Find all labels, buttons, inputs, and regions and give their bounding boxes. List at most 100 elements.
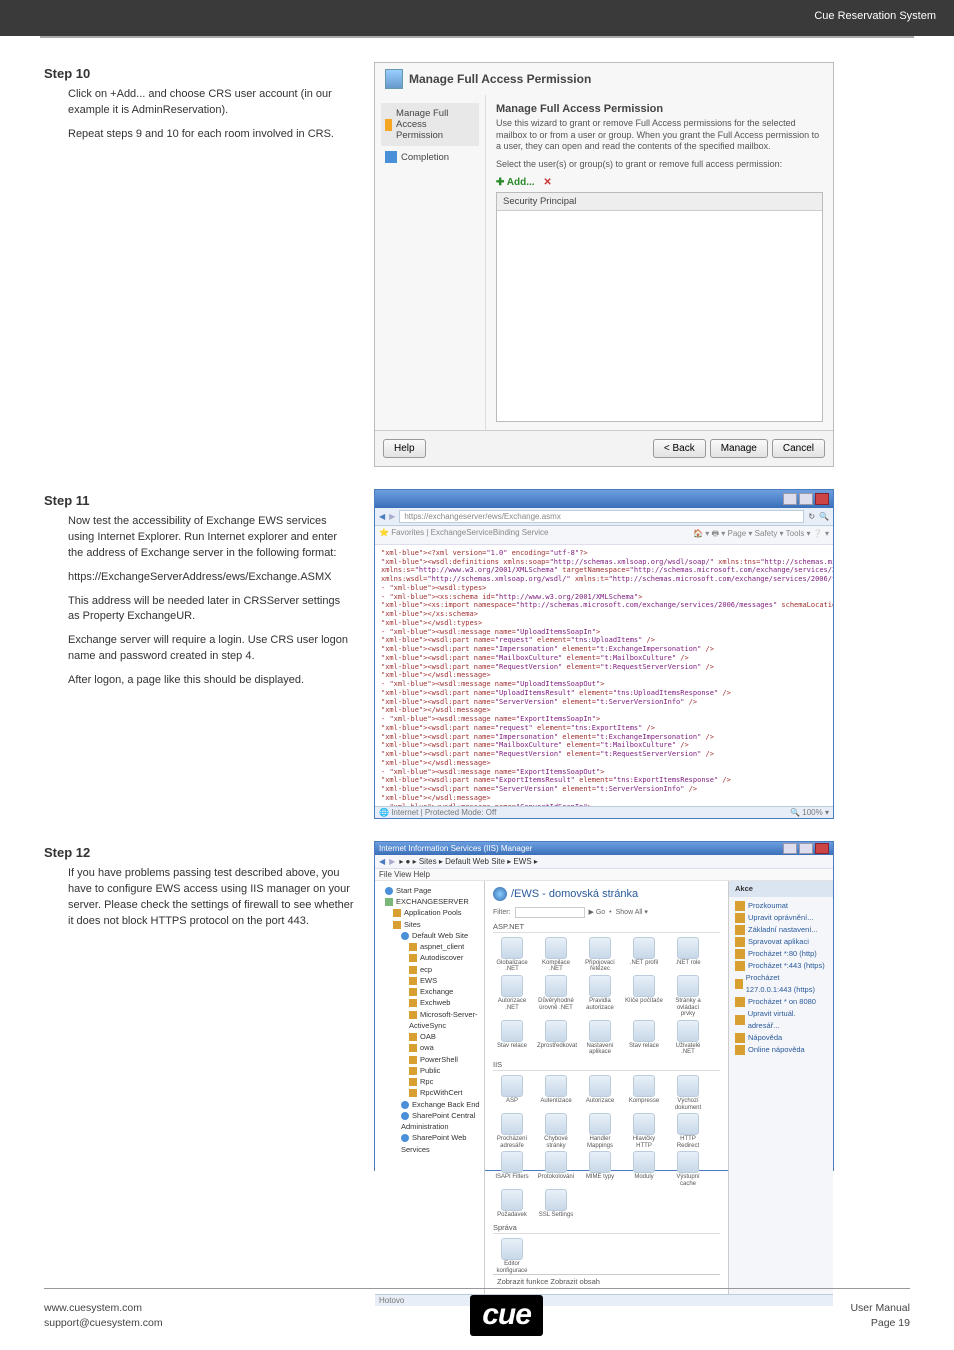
action-link[interactable]: Procházet 127.0.0.1:443 (https): [735, 972, 827, 996]
go-button[interactable]: ▶ Go: [589, 908, 606, 916]
feature-icon[interactable]: Chybové stránky: [537, 1113, 575, 1149]
tree-node[interactable]: OAB: [377, 1031, 482, 1042]
nav-fwd-icon[interactable]: ▶: [389, 857, 395, 866]
feature-icon[interactable]: Výstupní cache: [669, 1151, 707, 1187]
tree-node[interactable]: Exchange: [377, 986, 482, 997]
tree-node[interactable]: EWS: [377, 975, 482, 986]
feature-icon[interactable]: Kompilace .NET: [537, 937, 575, 973]
back-button[interactable]: < Back: [653, 439, 706, 458]
action-link[interactable]: Upravit virtuál. adresář...: [735, 1008, 827, 1032]
feature-icon[interactable]: Moduly: [625, 1151, 663, 1187]
search-icon[interactable]: 🔍: [819, 512, 829, 521]
add-button[interactable]: ✚ Add...: [496, 177, 535, 188]
dialog-title: Manage Full Access Permission: [409, 72, 591, 86]
feature-icon[interactable]: Výchozí dokument: [669, 1075, 707, 1111]
feature-icon[interactable]: Autorizace: [581, 1075, 619, 1111]
action-link[interactable]: Upravit oprávnění...: [735, 912, 827, 924]
feature-icon[interactable]: Autentizace: [537, 1075, 575, 1111]
tree-node[interactable]: SharePoint Central Administration: [377, 1110, 482, 1133]
tree-node[interactable]: SharePoint Web Services: [377, 1132, 482, 1155]
feature-icon[interactable]: Globalizace .NET: [493, 937, 531, 973]
action-link[interactable]: Procházet *:443 (https): [735, 960, 827, 972]
tree-node[interactable]: owa: [377, 1042, 482, 1053]
forward-icon[interactable]: ▶: [389, 512, 395, 521]
feature-icon[interactable]: Připojovací řetězec: [581, 937, 619, 973]
refresh-icon[interactable]: ↻: [808, 512, 815, 521]
feature-icon[interactable]: Zprostředkovat: [537, 1020, 575, 1056]
feature-icon[interactable]: MIME typy: [581, 1151, 619, 1187]
feature-icon[interactable]: Uživatelé .NET: [669, 1020, 707, 1056]
wizard-step-completion[interactable]: Completion: [381, 146, 479, 168]
feature-icon[interactable]: ASP: [493, 1075, 531, 1111]
tree-node[interactable]: Rpc: [377, 1076, 482, 1087]
tree-node[interactable]: Application Pools: [377, 907, 482, 918]
close-button[interactable]: [815, 843, 829, 854]
cancel-button[interactable]: Cancel: [772, 439, 825, 458]
feature-icon[interactable]: .NET role: [669, 937, 707, 973]
back-icon[interactable]: ◀: [379, 512, 385, 521]
wizard-step-manage[interactable]: Manage Full Access Permission: [381, 103, 479, 146]
feature-icon[interactable]: HTTP Redirect: [669, 1113, 707, 1149]
feature-icon[interactable]: Stav relace: [493, 1020, 531, 1056]
action-link[interactable]: Procházet *:80 (http): [735, 948, 827, 960]
show-all[interactable]: Show All ▾: [616, 908, 648, 916]
tree-node[interactable]: Public: [377, 1065, 482, 1076]
menubar[interactable]: File View Help: [375, 869, 833, 881]
feature-icon[interactable]: Editor konfigurace: [493, 1238, 531, 1274]
feature-icon[interactable]: Požadavek: [493, 1189, 531, 1219]
feature-icon[interactable]: Procházení adresáře: [493, 1113, 531, 1149]
action-link[interactable]: Prozkoumat: [735, 900, 827, 912]
favorites-label[interactable]: ⭐ Favorites | ExchangeServiceBinding Ser…: [379, 528, 548, 542]
tree-node[interactable]: Default Web Site: [377, 930, 482, 941]
feature-icon[interactable]: Nastavení aplikace: [581, 1020, 619, 1056]
dialog-select-label: Select the user(s) or group(s) to grant …: [496, 159, 823, 171]
principal-listbox[interactable]: Security Principal: [496, 192, 823, 422]
tree-node[interactable]: Exchweb: [377, 997, 482, 1008]
minimize-button[interactable]: [783, 493, 797, 505]
feature-icon[interactable]: Pravidla autorizace: [581, 975, 619, 1018]
feature-icon[interactable]: SSL Settings: [537, 1189, 575, 1219]
close-button[interactable]: [815, 493, 829, 505]
minimize-button[interactable]: [783, 843, 797, 854]
action-link[interactable]: Procházet * on 8080: [735, 996, 827, 1008]
feature-icon[interactable]: Důvěryhodné úrovně .NET: [537, 975, 575, 1018]
feature-icon[interactable]: Stav relace: [625, 1020, 663, 1056]
feature-icon[interactable]: Hlavičky HTTP: [625, 1113, 663, 1149]
tree-node[interactable]: EXCHANGESERVER: [377, 896, 482, 907]
tree-node[interactable]: Sites: [377, 919, 482, 930]
maximize-button[interactable]: [799, 493, 813, 505]
feature-icon[interactable]: Handler Mappings: [581, 1113, 619, 1149]
iis-tree[interactable]: Start PageEXCHANGESERVERApplication Pool…: [375, 881, 485, 1295]
tree-node[interactable]: PowerShell: [377, 1054, 482, 1065]
zoom-label[interactable]: 🔍 100% ▾: [790, 808, 829, 817]
feature-icon[interactable]: .NET profil: [625, 937, 663, 973]
feature-icon[interactable]: Autorizace .NET: [493, 975, 531, 1018]
maximize-button[interactable]: [799, 843, 813, 854]
tree-node[interactable]: aspnet_client: [377, 941, 482, 952]
feature-icon[interactable]: Klíče počítače: [625, 975, 663, 1018]
action-link[interactable]: Základní nastavení...: [735, 924, 827, 936]
view-tabs[interactable]: Zobrazit funkce Zobrazit obsah: [493, 1274, 720, 1288]
address-bar[interactable]: https://exchangeserver/ews/Exchange.asmx: [399, 510, 804, 523]
tree-node[interactable]: Start Page: [377, 885, 482, 896]
breadcrumb[interactable]: ▸ ● ▸ Sites ▸ Default Web Site ▸ EWS ▸: [399, 857, 538, 866]
feature-icon[interactable]: Protokolování: [537, 1151, 575, 1187]
action-link[interactable]: Spravovat aplikaci: [735, 936, 827, 948]
feature-icon[interactable]: Stránky a ovládací prvky: [669, 975, 707, 1018]
nav-back-icon[interactable]: ◀: [379, 857, 385, 866]
browser-body[interactable]: "xml-blue"><?xml version="1.0" encoding=…: [375, 545, 833, 806]
help-button[interactable]: Help: [383, 439, 426, 458]
tree-node[interactable]: RpcWithCert: [377, 1087, 482, 1098]
feature-icon[interactable]: Kompresse: [625, 1075, 663, 1111]
manage-button[interactable]: Manage: [710, 439, 768, 458]
action-link[interactable]: Nápověda: [735, 1032, 827, 1044]
tree-node[interactable]: Autodiscover: [377, 952, 482, 963]
step10-p1: Click on +Add... and choose CRS user acc…: [68, 87, 354, 119]
filter-input[interactable]: [515, 907, 585, 918]
tree-node[interactable]: Exchange Back End: [377, 1099, 482, 1110]
remove-button[interactable]: ✕: [543, 177, 551, 188]
tree-node[interactable]: Microsoft-Server-ActiveSync: [377, 1009, 482, 1032]
feature-icon[interactable]: ISAPI Filters: [493, 1151, 531, 1187]
action-link[interactable]: Online nápověda: [735, 1044, 827, 1056]
tree-node[interactable]: ecp: [377, 964, 482, 975]
